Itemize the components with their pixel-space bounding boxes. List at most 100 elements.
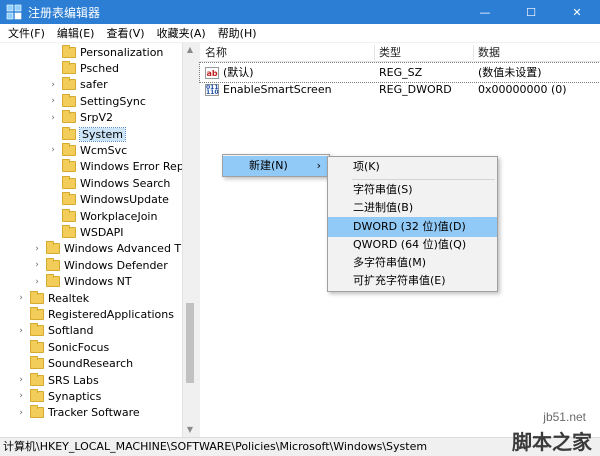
value-type: REG_DWORD bbox=[379, 83, 452, 96]
context-menu: 新建(N) › bbox=[222, 154, 330, 177]
chevron-right-icon[interactable]: › bbox=[16, 326, 26, 336]
tree-item[interactable]: Psched bbox=[48, 60, 119, 76]
tree-item-label: SrpV2 bbox=[80, 111, 114, 125]
tree-item-label: SonicFocus bbox=[48, 340, 110, 354]
title-bar: 注册表编辑器 — ☐ ✕ bbox=[0, 0, 600, 24]
status-bar: 计算机\HKEY_LOCAL_MACHINE\SOFTWARE\Policies… bbox=[0, 437, 600, 456]
folder-icon bbox=[62, 93, 76, 107]
submenu-expandable-string-value[interactable]: 可扩充字符串值(E) bbox=[328, 271, 497, 291]
column-data[interactable]: 数据 bbox=[473, 43, 500, 62]
minimize-button[interactable]: — bbox=[462, 0, 508, 24]
submenu-key[interactable]: 项(K) bbox=[328, 157, 497, 177]
chevron-right-icon[interactable]: › bbox=[16, 408, 26, 418]
column-name[interactable]: 名称 bbox=[200, 43, 227, 62]
close-button[interactable]: ✕ bbox=[554, 0, 600, 24]
chevron-right-icon[interactable]: › bbox=[16, 293, 26, 303]
tree-item[interactable]: WindowsUpdate bbox=[48, 192, 169, 208]
tree-item[interactable]: › Tracker Software bbox=[16, 405, 140, 421]
submenu-qword-value[interactable]: QWORD (64 位)值(Q) bbox=[328, 235, 497, 255]
chevron-right-icon[interactable]: › bbox=[48, 80, 58, 90]
tree-item[interactable]: Windows Error Repo bbox=[48, 159, 191, 175]
menu-file[interactable]: 文件(F) bbox=[2, 24, 51, 43]
chevron-right-icon[interactable]: › bbox=[16, 391, 26, 401]
tree-item[interactable]: › SRS Labs bbox=[16, 372, 99, 388]
close-icon: ✕ bbox=[572, 5, 582, 19]
tree-item-label: SRS Labs bbox=[48, 373, 99, 387]
chevron-right-icon: › bbox=[316, 159, 321, 172]
maximize-button[interactable]: ☐ bbox=[508, 0, 554, 24]
folder-icon bbox=[30, 290, 44, 304]
tree-item[interactable]: › Windows Defender bbox=[32, 257, 168, 273]
tree-item[interactable]: › WcmSvc bbox=[48, 142, 127, 158]
tree-item[interactable]: › SrpV2 bbox=[48, 110, 113, 126]
tree-item[interactable]: › Realtek bbox=[16, 290, 89, 306]
chevron-right-icon[interactable]: › bbox=[16, 375, 26, 385]
chevron-right-icon[interactable]: › bbox=[48, 113, 58, 123]
folder-icon bbox=[46, 241, 60, 255]
folder-icon bbox=[30, 388, 44, 402]
tree-item[interactable]: System bbox=[48, 126, 127, 142]
tree-item[interactable]: › Windows NT bbox=[32, 274, 132, 290]
folder-icon bbox=[62, 110, 76, 124]
maximize-icon: ☐ bbox=[526, 5, 536, 19]
tree-item-label: SoundResearch bbox=[48, 357, 134, 371]
window-title: 注册表编辑器 bbox=[28, 5, 101, 20]
folder-icon bbox=[62, 44, 76, 58]
menu-edit[interactable]: 编辑(E) bbox=[51, 24, 101, 43]
tree-item-label: Tracker Software bbox=[48, 406, 140, 420]
folder-icon bbox=[46, 257, 60, 271]
watermark-logo: 脚本之家 bbox=[512, 430, 592, 454]
tree-scrollbar[interactable]: ▲ ▼ bbox=[182, 43, 196, 437]
tree-item-label: Synaptics bbox=[48, 389, 102, 403]
chevron-right-icon[interactable]: › bbox=[32, 260, 42, 270]
scroll-thumb[interactable] bbox=[186, 303, 194, 383]
tree-item[interactable]: › Softland bbox=[16, 323, 93, 339]
tree-item[interactable]: SoundResearch bbox=[16, 356, 133, 372]
tree-item-label: WorkplaceJoin bbox=[80, 209, 158, 223]
folder-icon bbox=[62, 77, 76, 91]
tree-item[interactable]: › Windows Advanced Thre bbox=[32, 241, 196, 257]
value-data: 0x00000000 (0) bbox=[478, 83, 567, 96]
tree-item[interactable]: › SettingSync bbox=[48, 93, 146, 109]
submenu-string-value[interactable]: 字符串值(S) bbox=[328, 180, 497, 200]
tree-item[interactable]: RegisteredApplications bbox=[16, 306, 174, 322]
tree-item-label: safer bbox=[80, 78, 108, 92]
tree-item-label: Personalization bbox=[80, 45, 164, 59]
tree-item[interactable]: › safer bbox=[48, 77, 108, 93]
submenu-multi-string-value[interactable]: 多字符串值(M) bbox=[328, 253, 497, 273]
folder-icon bbox=[30, 339, 44, 353]
column-type[interactable]: 类型 bbox=[374, 43, 401, 62]
folder-icon bbox=[30, 405, 44, 419]
submenu-binary-value[interactable]: 二进制值(B) bbox=[328, 198, 497, 218]
tree-item[interactable]: › Synaptics bbox=[16, 388, 101, 404]
scroll-up-icon[interactable]: ▲ bbox=[183, 43, 197, 57]
new-submenu: 项(K) 字符串值(S) 二进制值(B) DWORD (32 位)值(D) QW… bbox=[327, 156, 498, 292]
tree-item[interactable]: SonicFocus bbox=[16, 339, 109, 355]
tree-item[interactable]: Windows Search bbox=[48, 175, 170, 191]
tree-item[interactable]: WSDAPI bbox=[48, 224, 124, 240]
submenu-dword-value[interactable]: DWORD (32 位)值(D) bbox=[328, 217, 497, 237]
chevron-right-icon[interactable]: › bbox=[32, 277, 42, 287]
chevron-right-icon[interactable]: › bbox=[48, 145, 58, 155]
folder-icon bbox=[62, 208, 76, 222]
menu-favorites[interactable]: 收藏夹(A) bbox=[151, 24, 212, 43]
chevron-right-icon[interactable]: › bbox=[48, 96, 58, 106]
minimize-icon: — bbox=[479, 5, 491, 19]
folder-icon bbox=[62, 60, 76, 74]
tree-item-label: Windows NT bbox=[64, 275, 132, 289]
menu-help[interactable]: 帮助(H) bbox=[212, 24, 263, 43]
tree-item[interactable]: WorkplaceJoin bbox=[48, 208, 157, 224]
scroll-down-icon[interactable]: ▼ bbox=[183, 423, 197, 437]
tree-item[interactable]: Personalization bbox=[48, 44, 163, 60]
registry-tree[interactable]: Personalization Psched › safer › SettingSync ›… bbox=[0, 43, 196, 437]
folder-icon bbox=[62, 126, 76, 140]
folder-icon bbox=[62, 142, 76, 156]
tree-item-label: WindowsUpdate bbox=[80, 193, 169, 207]
tree-item-label: Psched bbox=[80, 61, 119, 75]
chevron-right-icon[interactable]: › bbox=[32, 244, 42, 254]
menu-view[interactable]: 查看(V) bbox=[100, 24, 150, 43]
value-row-enablesmartscreen[interactable]: 011 110 EnableSmartScreen REG_DWORD 0x000… bbox=[200, 80, 600, 99]
context-new-label: 新建(N) bbox=[249, 159, 288, 172]
context-new[interactable]: 新建(N) › bbox=[223, 156, 329, 176]
folder-icon bbox=[62, 175, 76, 189]
